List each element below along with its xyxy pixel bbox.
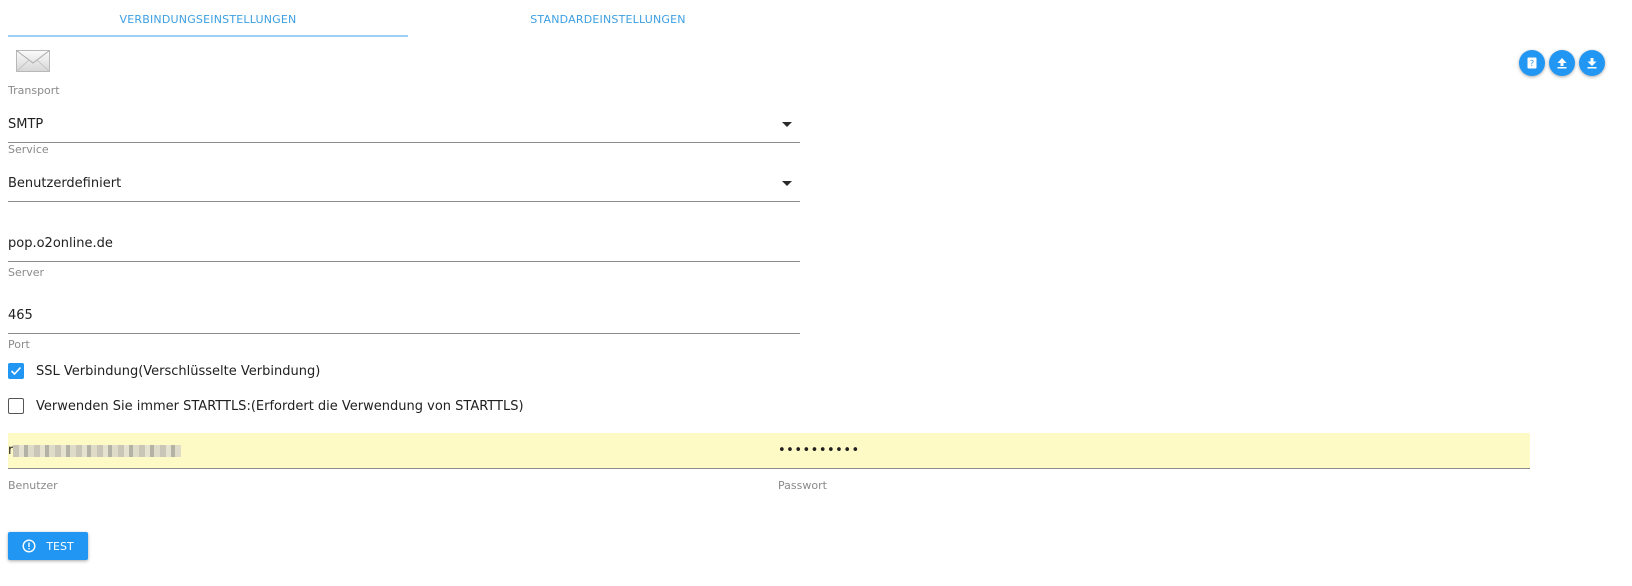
svg-text:?: ? xyxy=(1530,59,1534,68)
starttls-label: Verwenden Sie immer STARTTLS:(Erfordert … xyxy=(36,398,524,414)
service-select[interactable]: Benutzerdefiniert xyxy=(8,166,800,202)
user-label: Benutzer xyxy=(8,479,58,492)
test-button-label: TEST xyxy=(46,539,74,553)
check-icon xyxy=(10,366,22,376)
service-value: Benutzerdefiniert xyxy=(8,176,122,191)
tab-bar: VERBINDUNGSEINSTELLUNGEN STANDARDEINSTEL… xyxy=(8,0,808,38)
chevron-down-icon xyxy=(782,181,792,186)
port-value: 465 xyxy=(8,308,33,323)
alert-circle-icon xyxy=(22,539,36,553)
active-tab-indicator xyxy=(8,35,408,37)
transport-label: Transport xyxy=(8,84,60,97)
download-button[interactable] xyxy=(1579,50,1605,76)
user-value-redacted xyxy=(13,444,182,457)
user-input[interactable]: r xyxy=(8,433,800,469)
password-input[interactable]: •••••••••• xyxy=(778,433,1530,469)
tab-default-settings[interactable]: STANDARDEINSTELLUNGEN xyxy=(408,0,808,38)
help-button[interactable]: ? xyxy=(1519,50,1545,76)
server-value: pop.o2online.de xyxy=(8,236,113,251)
transport-select[interactable]: SMTP xyxy=(8,107,800,143)
password-value: •••••••••• xyxy=(778,443,860,458)
tab-connection-settings[interactable]: VERBINDUNGSEINSTELLUNGEN xyxy=(8,0,408,38)
mail-icon xyxy=(16,50,52,74)
chevron-down-icon xyxy=(782,122,792,127)
upload-button[interactable] xyxy=(1549,50,1575,76)
download-icon xyxy=(1587,58,1597,69)
starttls-row: Verwenden Sie immer STARTTLS:(Erfordert … xyxy=(8,398,524,414)
test-button[interactable]: TEST xyxy=(8,532,88,560)
ssl-row: SSL Verbindung(Verschlüsselte Verbindung… xyxy=(8,363,320,379)
password-label: Passwort xyxy=(778,479,827,492)
port-input[interactable]: 465 xyxy=(8,298,800,334)
ssl-checkbox[interactable] xyxy=(8,363,24,379)
server-label: Server xyxy=(8,266,45,279)
starttls-checkbox[interactable] xyxy=(8,398,24,414)
top-actions: ? xyxy=(1519,50,1605,76)
port-label: Port xyxy=(8,338,30,351)
ssl-label: SSL Verbindung(Verschlüsselte Verbindung… xyxy=(36,363,321,379)
server-input[interactable]: pop.o2online.de xyxy=(8,226,800,262)
help-icon: ? xyxy=(1527,57,1537,69)
transport-value: SMTP xyxy=(8,117,44,132)
service-label: Service xyxy=(8,143,49,156)
upload-icon xyxy=(1557,58,1567,69)
